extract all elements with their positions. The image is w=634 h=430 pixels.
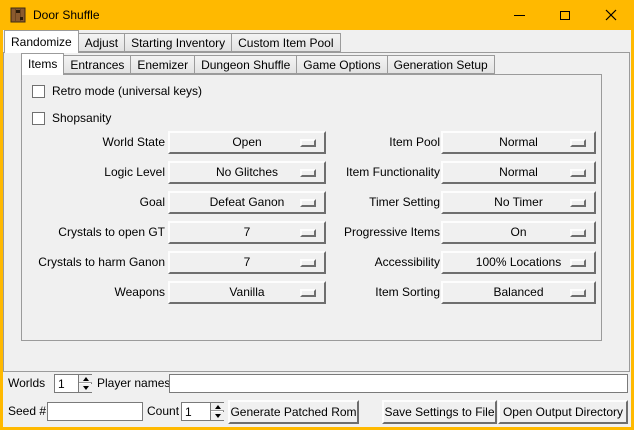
- player-names-input[interactable]: [169, 374, 628, 393]
- weapons-label: Weapons: [13, 281, 165, 304]
- tab-custom-item-pool[interactable]: Custom Item Pool: [232, 33, 340, 52]
- minimize-icon: [514, 15, 525, 16]
- generate-patched-rom-button[interactable]: Generate Patched Rom: [228, 400, 359, 424]
- weapons-dropdown[interactable]: Vanilla: [168, 281, 326, 304]
- timer-setting-dropdown[interactable]: No Timer: [441, 191, 596, 214]
- timer-setting-value: No Timer: [494, 195, 543, 209]
- player-names-label: Player names: [97, 374, 170, 393]
- primary-tab-bar: Randomize Adjust Starting Inventory Cust…: [4, 30, 341, 53]
- seed-input[interactable]: [47, 402, 143, 421]
- crystals-open-gt-label: Crystals to open GT: [13, 221, 165, 244]
- spin-up-icon[interactable]: [79, 375, 92, 383]
- shopsanity-checkbox[interactable]: [32, 112, 45, 125]
- item-sorting-label: Item Sorting: [323, 281, 440, 304]
- dropdown-indicator-icon: [570, 289, 586, 297]
- dropdown-indicator-icon: [300, 199, 316, 207]
- item-functionality-label: Item Functionality: [323, 161, 440, 184]
- dropdown-indicator-icon: [570, 229, 586, 237]
- item-sorting-dropdown[interactable]: Balanced: [441, 281, 596, 304]
- count-spin-arrows: [210, 403, 223, 420]
- dropdown-indicator-icon: [300, 229, 316, 237]
- weapons-value: Vanilla: [229, 285, 264, 299]
- title-bar: Door Shuffle: [0, 0, 634, 30]
- item-pool-dropdown[interactable]: Normal: [441, 131, 596, 154]
- tab-dungeon-shuffle[interactable]: Dungeon Shuffle: [195, 55, 297, 74]
- count-label: Count: [147, 402, 179, 421]
- retro-mode-label: Retro mode (universal keys): [52, 85, 202, 98]
- retro-mode-checkbox[interactable]: [32, 85, 45, 98]
- world-state-dropdown[interactable]: Open: [168, 131, 326, 154]
- logic-level-label: Logic Level: [13, 161, 165, 184]
- progressive-items-value: On: [510, 225, 526, 239]
- logic-level-dropdown[interactable]: No Glitches: [168, 161, 326, 184]
- goal-value: Defeat Ganon: [210, 195, 285, 209]
- open-output-directory-button[interactable]: Open Output Directory: [498, 400, 628, 424]
- tab-items[interactable]: Items: [21, 53, 64, 75]
- dropdown-indicator-icon: [570, 139, 586, 147]
- item-functionality-value: Normal: [499, 165, 538, 179]
- shopsanity-label: Shopsanity: [52, 112, 111, 125]
- tab-starting-inventory[interactable]: Starting Inventory: [125, 33, 232, 52]
- spin-down-icon[interactable]: [211, 412, 224, 420]
- dropdown-indicator-icon: [300, 259, 316, 267]
- timer-setting-label: Timer Setting: [323, 191, 440, 214]
- world-state-value: Open: [232, 135, 261, 149]
- maximize-icon: [560, 11, 570, 20]
- window-title: Door Shuffle: [33, 0, 100, 30]
- accessibility-label: Accessibility: [323, 251, 440, 274]
- minimize-button[interactable]: [496, 0, 542, 30]
- goal-dropdown[interactable]: Defeat Ganon: [168, 191, 326, 214]
- accessibility-dropdown[interactable]: 100% Locations: [441, 251, 596, 274]
- worlds-spin-arrows: [78, 375, 91, 392]
- crystals-harm-ganon-dropdown[interactable]: 7: [168, 251, 326, 274]
- shopsanity-checkbox-row: Shopsanity: [32, 111, 111, 125]
- goal-label: Goal: [13, 191, 165, 214]
- dropdown-indicator-icon: [570, 259, 586, 267]
- spin-up-icon[interactable]: [211, 403, 224, 411]
- tab-adjust[interactable]: Adjust: [79, 33, 125, 52]
- accessibility-value: 100% Locations: [476, 255, 561, 269]
- door-icon: [10, 7, 26, 23]
- item-sorting-value: Balanced: [493, 285, 543, 299]
- seed-label: Seed #: [8, 402, 46, 421]
- crystals-harm-ganon-label: Crystals to harm Ganon: [13, 251, 165, 274]
- item-functionality-dropdown[interactable]: Normal: [441, 161, 596, 184]
- worlds-spinbox[interactable]: [54, 374, 92, 393]
- worlds-input[interactable]: [55, 375, 78, 392]
- count-spinbox[interactable]: [181, 402, 224, 421]
- maximize-button[interactable]: [542, 0, 588, 30]
- dropdown-indicator-icon: [300, 289, 316, 297]
- worlds-label: Worlds: [8, 374, 45, 393]
- tab-randomize[interactable]: Randomize: [4, 30, 79, 53]
- world-state-label: World State: [13, 131, 165, 154]
- tab-enemizer[interactable]: Enemizer: [131, 55, 195, 74]
- progressive-items-dropdown[interactable]: On: [441, 221, 596, 244]
- tab-entrances[interactable]: Entrances: [64, 55, 131, 74]
- tab-game-options[interactable]: Game Options: [297, 55, 387, 74]
- dropdown-indicator-icon: [570, 169, 586, 177]
- item-pool-value: Normal: [499, 135, 538, 149]
- save-settings-button[interactable]: Save Settings to File: [382, 400, 497, 424]
- dropdown-indicator-icon: [570, 199, 586, 207]
- close-button[interactable]: [588, 0, 634, 30]
- window-content: Randomize Adjust Starting Inventory Cust…: [3, 30, 631, 427]
- spin-down-icon[interactable]: [79, 384, 92, 392]
- dropdown-indicator-icon: [300, 169, 316, 177]
- crystals-harm-ganon-value: 7: [244, 255, 251, 269]
- logic-level-value: No Glitches: [216, 165, 278, 179]
- secondary-tab-bar: Items Entrances Enemizer Dungeon Shuffle…: [21, 53, 495, 75]
- tab-generation-setup[interactable]: Generation Setup: [388, 55, 495, 74]
- retro-mode-checkbox-row: Retro mode (universal keys): [32, 84, 202, 98]
- dropdown-indicator-icon: [300, 139, 316, 147]
- progressive-items-label: Progressive Items: [323, 221, 440, 244]
- close-icon: [605, 9, 617, 21]
- app-window: Door Shuffle Randomize Adjust Starting I…: [0, 0, 634, 430]
- count-input[interactable]: [182, 403, 210, 420]
- crystals-open-gt-dropdown[interactable]: 7: [168, 221, 326, 244]
- item-pool-label: Item Pool: [323, 131, 440, 154]
- crystals-open-gt-value: 7: [244, 225, 251, 239]
